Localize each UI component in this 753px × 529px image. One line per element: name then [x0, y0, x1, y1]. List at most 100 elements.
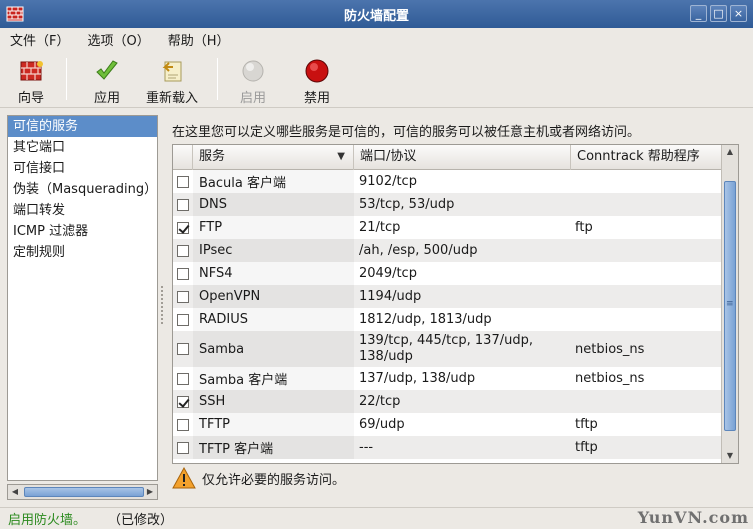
nav-masquerading[interactable]: 伪装（Masquerading）: [8, 179, 157, 200]
column-header-service[interactable]: 服务 ▼: [193, 145, 354, 170]
row-check-cell: [173, 221, 193, 234]
service-port: /ah, /esp, 500/udp: [359, 242, 478, 258]
service-port: 139/tcp, 445/tcp, 137/udp, 138/udp: [359, 333, 533, 364]
row-check-cell: [173, 372, 193, 385]
menu-file[interactable]: 文件（F）: [4, 30, 81, 49]
menu-options[interactable]: 选项（O）: [81, 30, 161, 49]
table-row[interactable]: Samba 客户端 137/udp, 138/udp netbios_ns: [173, 367, 722, 390]
reload-label: 重新载入: [145, 91, 198, 106]
scroll-left-icon[interactable]: ◀: [8, 485, 22, 499]
scroll-up-icon[interactable]: ▲: [722, 145, 738, 159]
wizard-label: 向导: [17, 91, 44, 106]
row-check-cell: [173, 418, 193, 431]
column-header-helper[interactable]: Conntrack 帮助程序: [571, 145, 722, 170]
scroll-right-icon[interactable]: ▶: [143, 485, 157, 499]
enable-button[interactable]: 启用: [228, 50, 278, 106]
service-port: 53/tcp, 53/udp: [359, 196, 455, 212]
column-header-service-label: 服务: [199, 149, 226, 164]
disable-button[interactable]: 禁用: [278, 50, 356, 106]
row-check-cell: [173, 244, 193, 257]
pane-resize-grip[interactable]: [160, 285, 164, 325]
service-checkbox[interactable]: [177, 267, 189, 280]
title-bar: 防火墙配置 _ □ ×: [0, 0, 753, 28]
table-body: Bacula 客户端 9102/tcp DNS 53/tcp, 53/udp FTP 21…: [173, 170, 722, 459]
services-table: 服务 ▼ 端口/协议 Conntrack 帮助程序 Bacula 客户端 9102…: [172, 144, 739, 464]
service-helper: tftp: [575, 417, 598, 432]
disable-label: 禁用: [303, 91, 330, 106]
service-port: 9102/tcp: [359, 173, 417, 189]
left-horizontal-scrollbar[interactable]: ◀ ▶: [7, 484, 158, 500]
service-port: 69/udp: [359, 416, 405, 432]
service-name: OpenVPN: [193, 285, 354, 308]
nav-trusted-interfaces[interactable]: 可信接口: [8, 158, 157, 179]
service-port: ---: [359, 439, 374, 455]
nav-icmp-filter[interactable]: ICMP 过滤器: [8, 221, 157, 242]
category-list: 可信的服务 其它端口 可信接口 伪装（Masquerading） 端口转发 IC…: [7, 115, 158, 481]
service-checkbox[interactable]: [177, 418, 189, 431]
table-row[interactable]: SSH 22/tcp: [173, 390, 722, 413]
nav-other-ports[interactable]: 其它端口: [8, 137, 157, 158]
column-header-port[interactable]: 端口/协议: [354, 145, 571, 170]
service-port: 1194/udp: [359, 288, 422, 304]
row-check-cell: [173, 290, 193, 303]
service-helper: ftp: [575, 220, 593, 235]
info-note: 仅允许必要的服务访问。: [172, 466, 346, 489]
service-helper: netbios_ns: [575, 371, 645, 386]
row-check-cell: [173, 313, 193, 326]
table-row[interactable]: Bacula 客户端 9102/tcp: [173, 170, 722, 193]
scroll-thumb[interactable]: [724, 181, 736, 431]
table-row[interactable]: TFTP 69/udp tftp: [173, 413, 722, 436]
menu-help[interactable]: 帮助（H）: [162, 30, 242, 49]
service-checkbox[interactable]: [177, 441, 189, 454]
apply-button[interactable]: 应用: [77, 50, 137, 106]
service-name: Samba 客户端: [193, 367, 354, 390]
scroll-thumb[interactable]: [24, 487, 144, 497]
service-checkbox[interactable]: [177, 221, 189, 234]
service-name: TFTP 客户端: [193, 436, 354, 459]
table-row[interactable]: TFTP 客户端 --- tftp: [173, 436, 722, 459]
service-checkbox[interactable]: [177, 372, 189, 385]
service-checkbox[interactable]: [177, 175, 189, 188]
nav-port-forwarding[interactable]: 端口转发: [8, 200, 157, 221]
table-row[interactable]: RADIUS 1812/udp, 1813/udp: [173, 308, 722, 331]
service-checkbox[interactable]: [177, 395, 189, 408]
sort-descending-icon: ▼: [337, 151, 345, 162]
service-checkbox[interactable]: [177, 198, 189, 211]
wizard-button[interactable]: 向导: [6, 50, 56, 106]
scroll-down-icon[interactable]: ▼: [722, 449, 738, 463]
nav-trusted-services[interactable]: 可信的服务: [8, 116, 157, 137]
column-header-check[interactable]: [173, 145, 193, 170]
table-row[interactable]: NFS4 2049/tcp: [173, 262, 722, 285]
table-vertical-scrollbar[interactable]: ▲ ▼: [721, 145, 738, 463]
table-row[interactable]: OpenVPN 1194/udp: [173, 285, 722, 308]
service-name: Samba: [193, 331, 354, 367]
service-checkbox[interactable]: [177, 290, 189, 303]
firewall-app-icon: [6, 5, 24, 23]
table-row[interactable]: IPsec/ah, /esp, 500/udp: [173, 239, 722, 262]
table-row[interactable]: DNS 53/tcp, 53/udp: [173, 193, 722, 216]
row-check-cell: [173, 175, 193, 188]
minimize-button[interactable]: _: [690, 5, 707, 22]
service-checkbox[interactable]: [177, 343, 189, 355]
close-button[interactable]: ×: [730, 5, 747, 22]
row-check-cell: [173, 395, 193, 408]
service-checkbox[interactable]: [177, 313, 189, 326]
service-checkbox[interactable]: [177, 244, 189, 257]
service-name: NFS4: [193, 262, 354, 285]
reload-button[interactable]: 重新载入: [137, 50, 207, 106]
row-check-cell: [173, 441, 193, 454]
service-helper: netbios_ns: [575, 341, 645, 357]
table-header: 服务 ▼ 端口/协议 Conntrack 帮助程序: [173, 145, 722, 170]
trusted-services-description: 在这里您可以定义哪些服务是可信的，可信的服务可以被任意主机或者网络访问。: [172, 125, 641, 140]
table-row[interactable]: FTP 21/tcp ftp: [173, 216, 722, 239]
maximize-button[interactable]: □: [710, 5, 727, 22]
toolbar: 向导 应用 重新载入 启用 禁用: [0, 50, 753, 108]
service-name: DNS: [193, 193, 354, 216]
toolbar-separator: [66, 58, 67, 100]
service-name: IPsec: [193, 239, 354, 262]
nav-custom-rules[interactable]: 定制规则: [8, 242, 157, 263]
info-note-text: 仅允许必要的服务访问。: [202, 472, 346, 488]
window-title: 防火墙配置: [343, 8, 409, 24]
service-helper: tftp: [575, 440, 598, 455]
table-row[interactable]: Samba 139/tcp, 445/tcp, 137/udp, 138/udp n…: [173, 331, 722, 367]
